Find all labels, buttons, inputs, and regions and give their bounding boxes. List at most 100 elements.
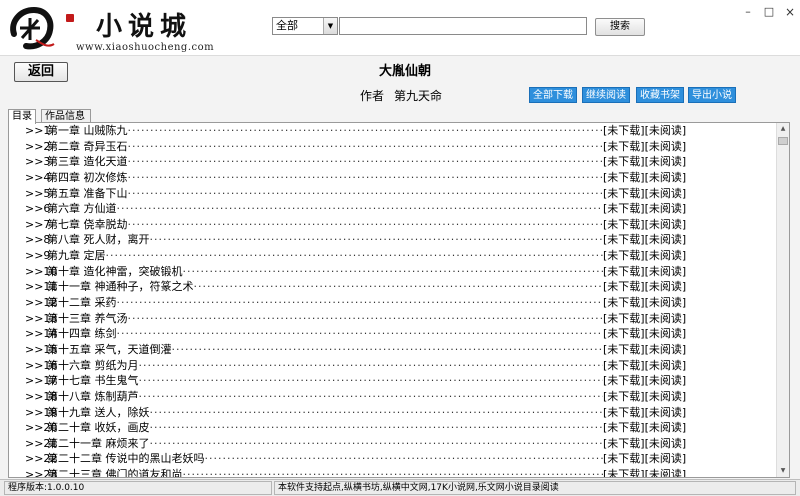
- leader-dots: ········································…: [138, 374, 604, 388]
- chapter-row[interactable]: >>15 第十五章 采气，天道倒灌························…: [9, 342, 777, 358]
- chapter-title: 第一章 山贼陈九: [47, 124, 128, 137]
- chapter-status: [未下载][未阅读]: [603, 264, 687, 278]
- scroll-up-icon[interactable]: ▲: [777, 123, 789, 135]
- chapter-row[interactable]: >>10 第十章 造化神雷，突破锻机·······················…: [9, 264, 777, 280]
- chapter-row[interactable]: >>11 第十一章 神通种子，符篆之术······················…: [9, 279, 777, 295]
- tab-toc[interactable]: 目录: [8, 109, 36, 124]
- chapter-title: 第十章 造化神雷，突破锻机: [47, 264, 183, 278]
- scroll-down-icon[interactable]: ▼: [777, 465, 789, 477]
- search-category-select[interactable]: 全部 ▼: [272, 17, 338, 35]
- search-button[interactable]: 搜索: [595, 18, 645, 36]
- author-name: 第九天命: [394, 89, 443, 103]
- chapter-row[interactable]: >>17 第十七章 书生鬼气···························…: [9, 373, 777, 389]
- chapter-status: [未下载][未阅读]: [603, 405, 687, 419]
- chapter-row[interactable]: >>1 第一章 山贼陈九·····························…: [9, 123, 777, 139]
- scroll-thumb[interactable]: [778, 137, 788, 145]
- chevron-down-icon[interactable]: ▼: [323, 18, 337, 34]
- chapter-row[interactable]: >>13 第十三章 养气汤····························…: [9, 311, 777, 327]
- chapter-status: [未下载][未阅读]: [603, 249, 687, 263]
- logo-red-seal: [66, 14, 74, 22]
- chapter-list: >>1 第一章 山贼陈九·····························…: [9, 123, 777, 478]
- chapter-row[interactable]: >>4 第四章 初次修炼·····························…: [9, 170, 777, 186]
- chapter-row[interactable]: >>12 第十二章 采药·····························…: [9, 295, 777, 311]
- leader-dots: ········································…: [127, 217, 604, 231]
- export-novel-button[interactable]: 导出小说: [688, 87, 736, 103]
- back-button[interactable]: 返回: [14, 62, 68, 82]
- chapter-status: [未下载][未阅读]: [603, 389, 687, 403]
- chapter-row[interactable]: >>3 第三章 造化天道·····························…: [9, 154, 777, 170]
- chapter-status: [未下载][未阅读]: [603, 155, 687, 169]
- chapter-title-cell: 第四章 初次修炼································…: [47, 170, 603, 186]
- chapter-title-cell: 第七章 侥幸脱劫································…: [47, 217, 603, 233]
- chapter-title: 第十二章 采药: [47, 296, 117, 310]
- chapter-title-cell: 第六章 方仙道·································…: [47, 201, 603, 217]
- chapter-title-cell: 第二十章 收妖，画皮······························…: [47, 420, 603, 436]
- chapter-title: 第十五章 采气，天道倒灌: [47, 342, 172, 356]
- chapter-row[interactable]: >>2 第二章 奇异玉石·····························…: [9, 139, 777, 155]
- maximize-icon[interactable]: □: [761, 5, 777, 19]
- chapter-status: [未下载][未阅读]: [603, 436, 687, 450]
- logo-brush-mark: [10, 6, 55, 50]
- chapter-title: 第八章 死人财，离开: [47, 233, 150, 247]
- chapter-title: 第二十三章 佛门的道友和尚: [47, 468, 183, 478]
- app-logo: 小说城 www.xiaoshuocheng.com: [4, 2, 224, 54]
- chapter-status: [未下载][未阅读]: [603, 124, 687, 137]
- leader-dots: ········································…: [182, 264, 604, 278]
- chapter-title-cell: 第十章 造化神雷，突破锻机···························…: [47, 264, 603, 280]
- chapter-title-cell: 第十六章 剪纸为月·······························…: [47, 358, 603, 374]
- tab-book-info[interactable]: 作品信息: [41, 109, 91, 123]
- leader-dots: ········································…: [193, 280, 604, 294]
- chapter-status: [未下载][未阅读]: [603, 342, 687, 356]
- chapter-title-cell: 第十一章 神通种子，符篆之术··························…: [47, 279, 603, 295]
- chapter-title: 第十三章 养气汤: [47, 311, 128, 325]
- close-icon[interactable]: ×: [782, 5, 798, 19]
- chapter-row[interactable]: >>22 第二十二章 传说中的黑山老妖吗·····················…: [9, 451, 777, 467]
- chapter-title: 第三章 造化天道: [47, 155, 128, 169]
- chapter-row[interactable]: >>8 第八章 死人财，离开···························…: [9, 232, 777, 248]
- status-version: 程序版本:1.0.0.10: [4, 481, 272, 495]
- minimize-icon[interactable]: –: [740, 5, 756, 19]
- chapter-row[interactable]: >>5 第五章 准备下山·····························…: [9, 186, 777, 202]
- chapter-title: 第二十章 收妖，画皮: [47, 421, 150, 435]
- download-all-button[interactable]: 全部下载: [529, 87, 577, 103]
- chapter-title: 第二十一章 麻烦来了: [47, 436, 150, 450]
- leader-dots: ········································…: [127, 124, 604, 137]
- chapter-status: [未下载][未阅读]: [603, 468, 687, 478]
- leader-dots: ········································…: [116, 202, 604, 216]
- vertical-scrollbar[interactable]: ▲ ▼: [776, 123, 789, 477]
- chapter-status: [未下载][未阅读]: [603, 217, 687, 231]
- logo-url: www.xiaoshuocheng.com: [76, 42, 215, 53]
- add-bookshelf-button[interactable]: 收藏书架: [636, 87, 684, 103]
- chapter-status: [未下载][未阅读]: [603, 296, 687, 310]
- chapter-title-cell: 第一章 山贼陈九································…: [47, 123, 603, 139]
- chapter-row[interactable]: >>20 第二十章 收妖，画皮··························…: [9, 420, 777, 436]
- chapter-row[interactable]: >>9 第九章 定居·······························…: [9, 248, 777, 264]
- chapter-row[interactable]: >>6 第六章 方仙道······························…: [9, 201, 777, 217]
- chapter-row[interactable]: >>18 第十八章 炼制葫芦···························…: [9, 389, 777, 405]
- chapter-title-cell: 第十七章 书生鬼气·······························…: [47, 373, 603, 389]
- leader-dots: ········································…: [105, 249, 604, 263]
- chapter-row[interactable]: >>21 第二十一章 麻烦来了··························…: [9, 436, 777, 452]
- chapter-title: 第二十二章 传说中的黑山老妖吗: [47, 452, 205, 466]
- chapter-title: 第十四章 练剑: [47, 327, 117, 341]
- chapter-status: [未下载][未阅读]: [603, 186, 687, 200]
- chapter-title: 第十七章 书生鬼气: [47, 374, 139, 388]
- leader-dots: ········································…: [116, 327, 604, 341]
- chapter-row[interactable]: >>19 第十九章 送人，除妖··························…: [9, 405, 777, 421]
- chapter-title-cell: 第十九章 送人，除妖······························…: [47, 405, 603, 421]
- chapter-status: [未下载][未阅读]: [603, 170, 687, 184]
- search-input[interactable]: [339, 17, 587, 35]
- book-title: 大胤仙朝: [378, 64, 431, 79]
- chapter-row[interactable]: >>16 第十六章 剪纸为月···························…: [9, 358, 777, 374]
- chapter-status: [未下载][未阅读]: [603, 233, 687, 247]
- chapter-status: [未下载][未阅读]: [603, 358, 687, 372]
- chapter-row[interactable]: >>14 第十四章 练剑·····························…: [9, 326, 777, 342]
- chapter-row[interactable]: >>23 第二十三章 佛门的道友和尚·······················…: [9, 467, 777, 478]
- continue-reading-button[interactable]: 继续阅读: [582, 87, 630, 103]
- chapter-status: [未下载][未阅读]: [603, 327, 687, 341]
- leader-dots: ········································…: [116, 296, 604, 310]
- chapter-title-cell: 第五章 准备下山································…: [47, 186, 603, 202]
- chapter-row[interactable]: >>7 第七章 侥幸脱劫·····························…: [9, 217, 777, 233]
- chapter-title: 第六章 方仙道: [47, 202, 117, 216]
- leader-dots: ········································…: [127, 139, 604, 153]
